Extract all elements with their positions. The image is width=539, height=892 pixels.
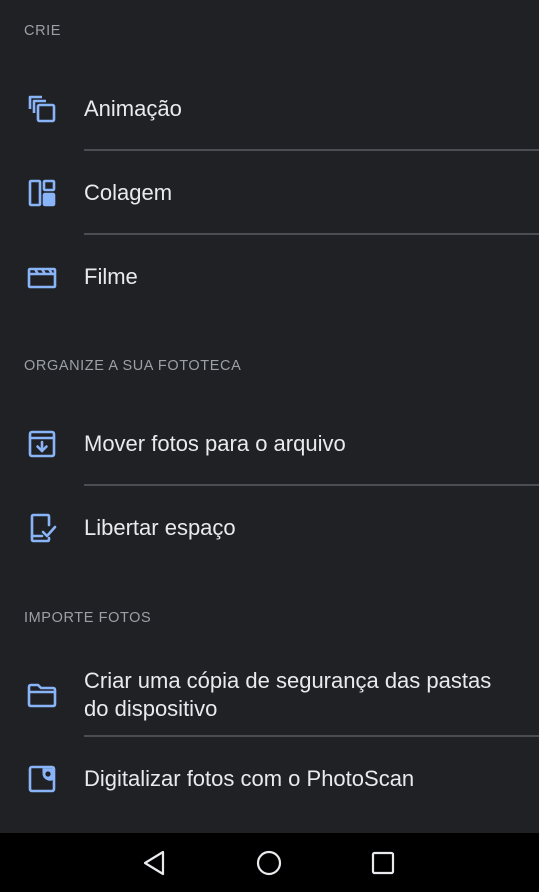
back-icon[interactable] bbox=[138, 847, 170, 879]
menu-item-backup-folders[interactable]: Criar uma cópia de segurança das pastas … bbox=[0, 653, 539, 737]
recents-icon[interactable] bbox=[367, 847, 399, 879]
menu-item-label: Animação bbox=[84, 96, 182, 121]
system-navigation-bar bbox=[0, 833, 539, 892]
menu-item-archive[interactable]: Mover fotos para o arquivo bbox=[0, 402, 539, 486]
section-header-create: CRIE bbox=[24, 23, 62, 39]
section-header-import: IMPORTE FOTOS bbox=[24, 610, 152, 626]
collage-icon bbox=[26, 177, 58, 209]
photoscan-icon bbox=[26, 763, 58, 795]
animation-icon bbox=[26, 93, 58, 125]
menu-item-label: Criar uma cópia de segurança das pastas … bbox=[84, 668, 492, 721]
menu-item-free-up-space[interactable]: Libertar espaço bbox=[0, 486, 539, 570]
archive-icon bbox=[26, 428, 58, 460]
create-menu-screen: CRIE Animação Colagem Filme ORGANIZE A S… bbox=[0, 0, 539, 833]
menu-item-collage[interactable]: Colagem bbox=[0, 151, 539, 235]
free-up-space-icon bbox=[26, 512, 58, 544]
home-icon[interactable] bbox=[253, 847, 285, 879]
menu-item-label: Mover fotos para o arquivo bbox=[84, 431, 346, 456]
menu-item-animation[interactable]: Animação bbox=[0, 67, 539, 151]
menu-item-label: Colagem bbox=[84, 180, 173, 205]
menu-item-label: Libertar espaço bbox=[84, 515, 236, 540]
movie-icon bbox=[26, 261, 58, 293]
menu-item-photoscan[interactable]: Digitalizar fotos com o PhotoScan bbox=[0, 737, 539, 821]
menu-item-label: Digitalizar fotos com o PhotoScan bbox=[84, 766, 415, 791]
folder-icon bbox=[26, 679, 58, 711]
menu-item-movie[interactable]: Filme bbox=[0, 235, 539, 319]
menu-item-label: Filme bbox=[84, 264, 138, 289]
section-header-organize: ORGANIZE A SUA FOTOTECA bbox=[24, 358, 242, 374]
